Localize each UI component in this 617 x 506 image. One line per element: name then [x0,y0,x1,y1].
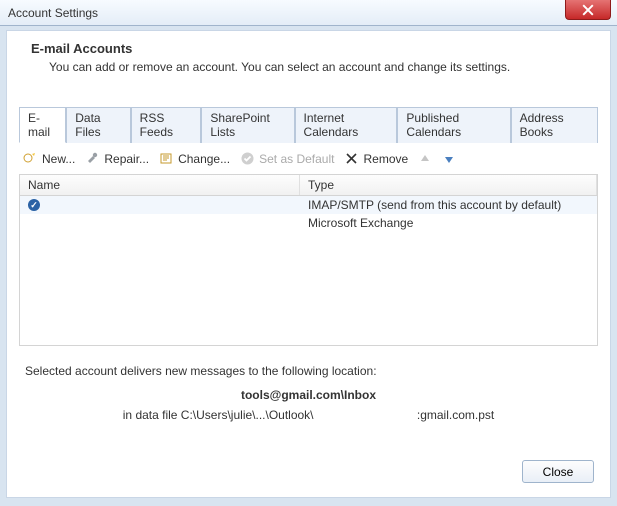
table-row[interactable]: Microsoft Exchange [20,214,597,232]
close-window-button[interactable] [565,0,611,20]
window-title: Account Settings [8,6,98,20]
list-header: Name Type [19,174,598,196]
default-account-icon [28,199,40,211]
move-down-button[interactable] [442,152,456,166]
tab-published-calendars[interactable]: Published Calendars [397,107,510,143]
account-type: IMAP/SMTP (send from this account by def… [300,198,597,212]
tab-data-files[interactable]: Data Files [66,107,130,143]
tabstrip: E-mail Data Files RSS Feeds SharePoint L… [19,106,598,143]
titlebar: Account Settings [0,0,617,26]
delivery-datafile: in data file C:\Users\julie\...\Outlook\… [19,408,598,422]
new-icon [23,151,38,166]
repair-label: Repair... [104,152,149,166]
tab-internet-calendars[interactable]: Internet Calendars [295,107,398,143]
column-header-type[interactable]: Type [300,175,597,195]
remove-label: Remove [363,152,408,166]
toolbar: New... Repair... Change... Set as Defaul… [19,143,598,174]
set-default-label: Set as Default [259,152,334,166]
delivery-intro: Selected account delivers new messages t… [25,364,598,378]
tab-email[interactable]: E-mail [19,107,66,143]
table-row[interactable]: IMAP/SMTP (send from this account by def… [20,196,597,214]
new-button[interactable]: New... [23,151,75,166]
account-type: Microsoft Exchange [300,216,597,230]
delivery-location: tools@gmail.com\Inbox [19,388,598,402]
change-label: Change... [178,152,230,166]
section-heading: E-mail Accounts [31,41,598,56]
set-default-button: Set as Default [240,151,334,166]
column-header-name[interactable]: Name [20,175,300,195]
tab-address-books[interactable]: Address Books [511,107,598,143]
close-icon [582,4,594,16]
set-default-icon [240,151,255,166]
repair-icon [85,151,100,166]
remove-button[interactable]: Remove [344,151,408,166]
section-description: You can add or remove an account. You ca… [49,60,598,74]
remove-icon [344,151,359,166]
move-up-button [418,152,432,166]
dialog-content: E-mail Accounts You can add or remove an… [6,30,611,498]
tab-rss-feeds[interactable]: RSS Feeds [131,107,202,143]
change-button[interactable]: Change... [159,151,230,166]
tab-sharepoint-lists[interactable]: SharePoint Lists [201,107,294,143]
change-icon [159,151,174,166]
repair-button[interactable]: Repair... [85,151,149,166]
accounts-list: IMAP/SMTP (send from this account by def… [19,196,598,346]
new-label: New... [42,152,75,166]
close-button[interactable]: Close [522,460,594,483]
